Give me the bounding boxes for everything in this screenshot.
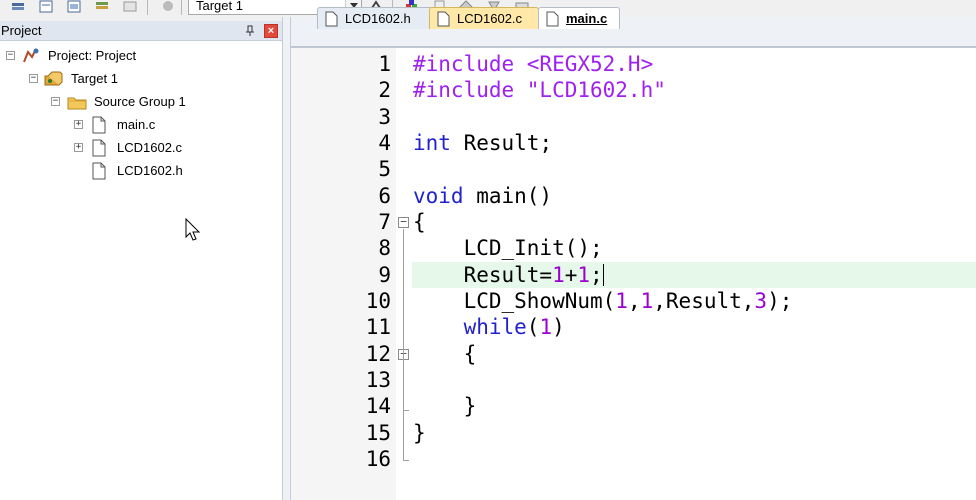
fold-end-marker xyxy=(403,460,409,461)
tree-item-label: Source Group 1 xyxy=(94,94,186,109)
collapse-icon[interactable]: − xyxy=(6,51,15,60)
code-text[interactable]: { xyxy=(413,209,426,235)
tab-label: LCD1602.c xyxy=(457,11,523,26)
code-line[interactable]: 8 LCD_Init(); xyxy=(291,235,976,261)
line-number: 1 xyxy=(378,52,391,76)
options-icon[interactable] xyxy=(38,0,54,13)
code-text[interactable]: #include <REGX52.H> xyxy=(413,51,653,77)
toolbar-separator xyxy=(147,0,148,15)
code-editor[interactable]: 1 #include <REGX52.H> 2 #include "LCD160… xyxy=(291,48,976,500)
tab-lcd1602-c[interactable]: LCD1602.c xyxy=(429,7,539,29)
code-line[interactable]: 2 #include "LCD1602.h" xyxy=(291,77,976,103)
tree-item-project[interactable]: − Project: Project xyxy=(0,46,280,66)
tab-main-c[interactable]: main.c xyxy=(538,7,620,29)
line-number: 16 xyxy=(365,447,391,471)
project-panel-title: Project xyxy=(1,23,42,38)
code-line[interactable]: 6 void main() xyxy=(291,183,976,209)
tree-item-label: main.c xyxy=(117,117,156,132)
tree-item-lcd1602-h[interactable]: LCD1602.h xyxy=(0,161,280,181)
collapse-icon[interactable]: − xyxy=(29,74,38,83)
tab-lcd1602-h[interactable]: LCD1602.h xyxy=(317,7,434,29)
code-text[interactable]: LCD_ShowNum(1,1,Result,3); xyxy=(413,288,793,314)
code-line[interactable]: 11 while(1) xyxy=(291,314,976,340)
code-text[interactable]: Result=1+1; xyxy=(413,262,604,288)
code-text[interactable]: int Result; xyxy=(413,130,552,156)
line-number: 15 xyxy=(365,421,391,445)
line-number: 12 xyxy=(365,342,391,366)
batch-build-icon[interactable] xyxy=(10,0,26,13)
debug-icon[interactable] xyxy=(160,0,176,13)
tree-item-label: LCD1602.h xyxy=(117,163,183,178)
code-line[interactable]: 13 xyxy=(291,367,976,393)
tree-item-label: LCD1602.c xyxy=(117,140,183,155)
file-icon xyxy=(92,162,106,180)
line-number: 6 xyxy=(378,184,391,208)
code-text[interactable]: { xyxy=(413,341,477,367)
code-line[interactable]: 5 xyxy=(291,156,976,182)
tab-label: LCD1602.h xyxy=(345,11,411,26)
stack-icon[interactable] xyxy=(94,0,110,13)
expand-icon[interactable]: + xyxy=(74,143,83,152)
code-line[interactable]: 12 − { xyxy=(291,341,976,367)
code-text[interactable]: LCD_Init(); xyxy=(413,235,603,261)
line-number: 4 xyxy=(378,131,391,155)
text-caret xyxy=(602,264,604,286)
tree-item-lcd1602-c[interactable]: + LCD1602.c xyxy=(0,138,280,158)
line-number: 2 xyxy=(378,78,391,102)
tree-item-main-c[interactable]: + main.c xyxy=(0,115,280,135)
line-number: 8 xyxy=(378,236,391,260)
pack-installer-icon[interactable] xyxy=(122,0,138,13)
line-number: 14 xyxy=(365,394,391,418)
code-line[interactable]: 1 #include <REGX52.H> xyxy=(291,51,976,77)
manage-icon[interactable] xyxy=(66,0,82,13)
fold-end-marker xyxy=(403,410,409,411)
code-line[interactable]: 16 xyxy=(291,446,976,472)
line-number: 11 xyxy=(365,315,391,339)
collapse-icon[interactable]: − xyxy=(51,97,60,106)
file-icon xyxy=(325,11,338,27)
file-icon xyxy=(92,139,106,157)
code-line[interactable]: 3 xyxy=(291,104,976,130)
fold-collapse-icon[interactable]: − xyxy=(398,216,409,228)
project-icon xyxy=(23,48,39,63)
code-line[interactable]: 14 } xyxy=(291,393,976,419)
folder-icon xyxy=(67,97,87,110)
fold-guide xyxy=(403,229,404,460)
code-text[interactable]: #include "LCD1602.h" xyxy=(413,77,666,103)
line-number: 5 xyxy=(378,157,391,181)
line-number: 7 xyxy=(378,210,391,234)
line-number: 13 xyxy=(365,368,391,392)
project-panel: Project × − Project: Project − Target 1 … xyxy=(0,21,282,500)
code-line-current[interactable]: 9 Result=1+1; xyxy=(291,262,976,288)
code-line[interactable]: 7 − { xyxy=(291,209,976,235)
code-text[interactable]: } xyxy=(413,393,477,419)
close-icon[interactable]: × xyxy=(264,24,278,38)
code-line[interactable]: 10 LCD_ShowNum(1,1,Result,3); xyxy=(291,288,976,314)
tab-label: main.c xyxy=(566,11,608,26)
file-icon xyxy=(546,11,559,27)
tree-item-label: Project: Project xyxy=(48,48,137,63)
code-text[interactable]: void main() xyxy=(413,183,552,209)
code-text[interactable]: } xyxy=(413,420,426,446)
project-panel-header: Project × xyxy=(0,21,282,41)
mouse-cursor-icon xyxy=(185,218,201,241)
panel-splitter[interactable] xyxy=(282,17,291,500)
code-line[interactable]: 15 } xyxy=(291,420,976,446)
file-icon xyxy=(92,116,106,134)
line-number: 9 xyxy=(378,263,391,287)
expand-icon[interactable]: + xyxy=(74,120,83,129)
code-line[interactable]: 4 int Result; xyxy=(291,130,976,156)
line-number: 10 xyxy=(365,289,391,313)
tree-item-target[interactable]: − Target 1 xyxy=(0,69,280,89)
fold-guide xyxy=(403,361,404,411)
file-icon xyxy=(437,11,450,27)
pin-icon[interactable] xyxy=(244,25,256,37)
target-icon xyxy=(44,71,63,86)
tree-item-source-group[interactable]: − Source Group 1 xyxy=(0,92,280,112)
toolbar-separator xyxy=(181,0,182,15)
tree-item-label: Target 1 xyxy=(71,71,118,86)
line-number: 3 xyxy=(378,105,391,129)
target-select-value: Target 1 xyxy=(196,0,243,13)
code-text[interactable]: while(1) xyxy=(413,314,565,340)
